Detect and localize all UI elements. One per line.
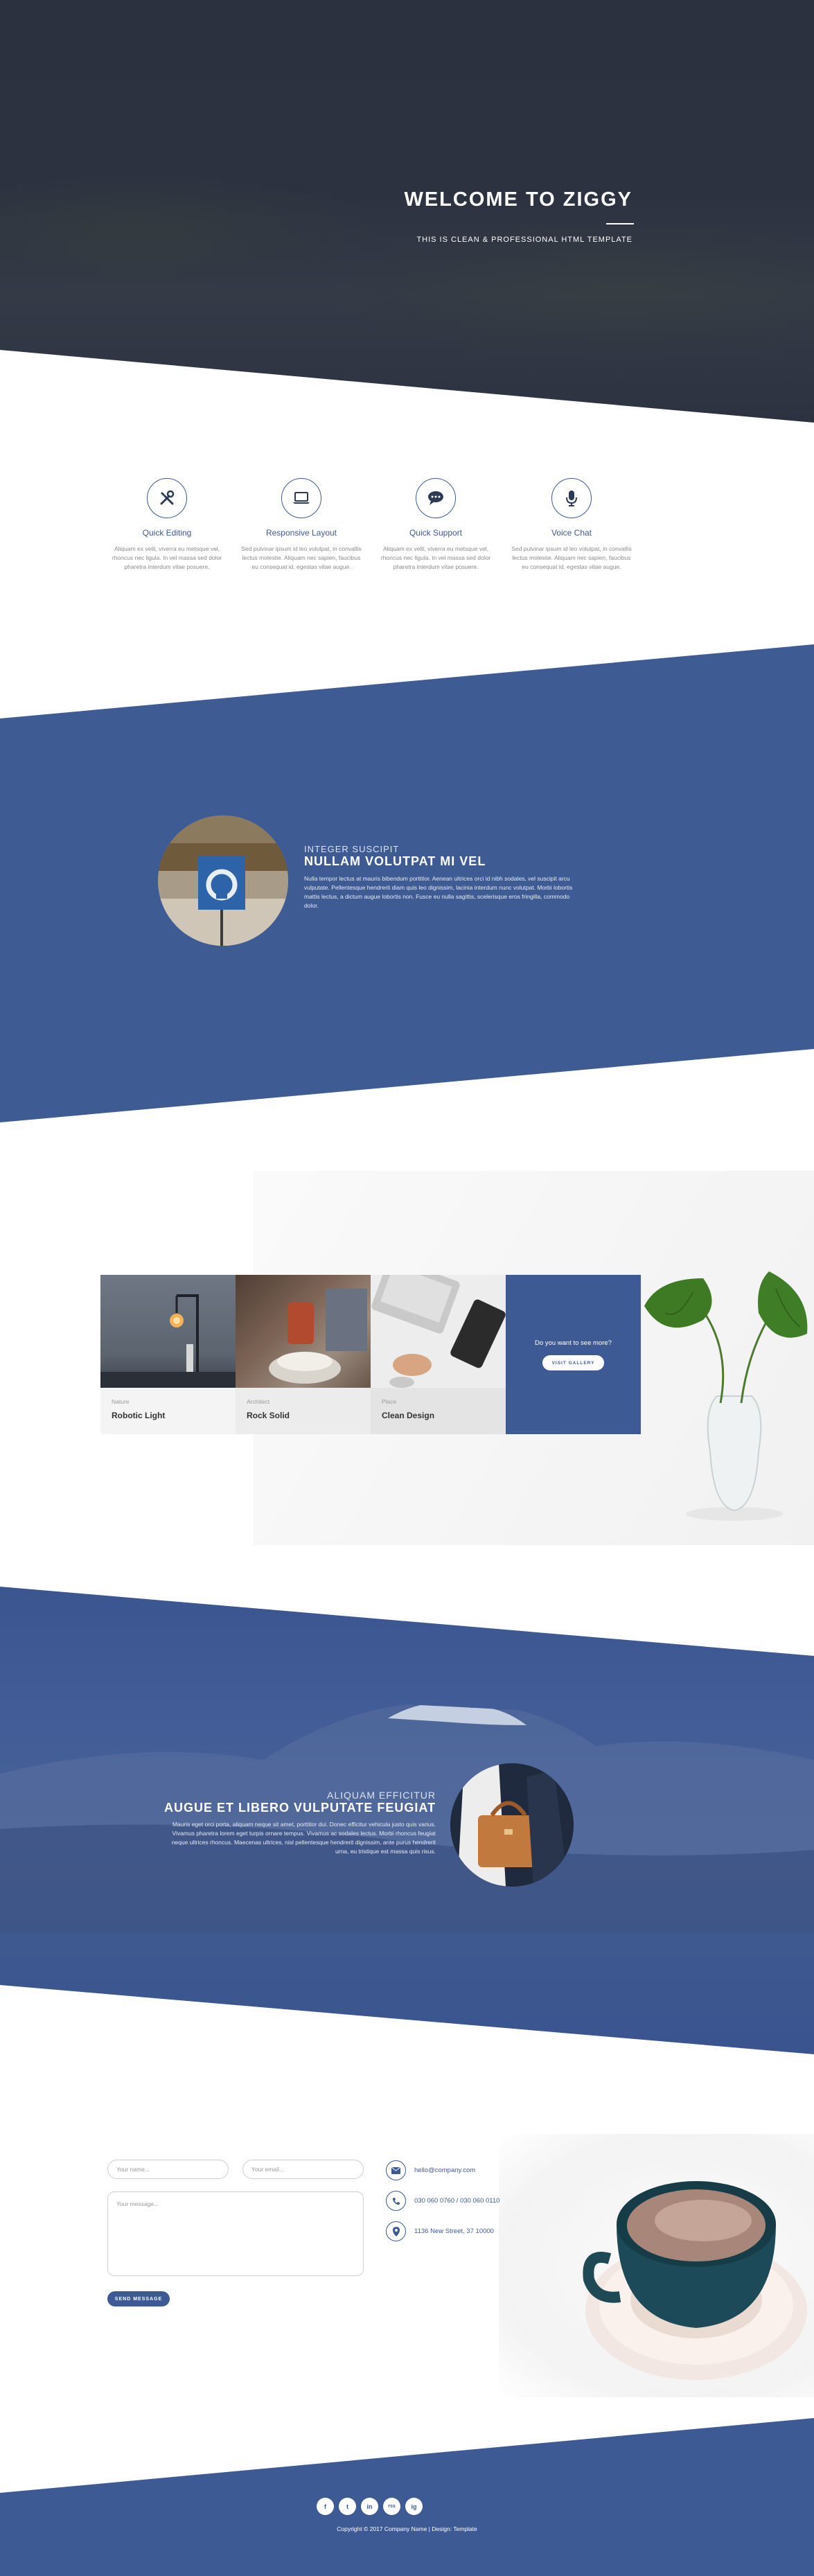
message-textarea[interactable]: Your message... <box>107 2191 364 2276</box>
gallery-cta: Do you want to see more? VISIT GALLERY <box>506 1275 641 1434</box>
feature-title: Quick Editing <box>142 528 192 538</box>
feature-title: Quick Support <box>409 528 463 538</box>
about-kicker: INTEGER SUSCIPIT <box>304 844 400 854</box>
tools-icon <box>147 478 187 518</box>
feature-text: Aliquam ex velit, viverra eu metsque vel… <box>380 545 491 570</box>
rss-icon[interactable]: rss <box>383 2498 400 2515</box>
feature-quick-editing: Quick Editing Aliquam ex velit, viverra … <box>105 478 229 572</box>
twitter-icon[interactable]: t <box>339 2498 356 2515</box>
coffee-cup-image <box>575 2162 811 2390</box>
hero-section <box>0 0 814 423</box>
feature-text: Sed pulvinar ipsum id leo volutpat, in c… <box>241 545 362 570</box>
feature-text: Sed pulvinar ipsum id leo volutpat, in c… <box>511 545 632 570</box>
feature-text: Aliquam ex velit, viverra eu metsque vel… <box>112 545 222 570</box>
name-input[interactable]: Your name... <box>107 2160 229 2179</box>
feature-responsive-layout: Responsive Layout Sed pulvinar ipsum id … <box>240 478 363 572</box>
gallery-card-rock-solid[interactable]: Architect Rock Solid <box>236 1275 371 1434</box>
hero-title: WELCOME TO ZIGGY <box>404 188 632 211</box>
gallery-cta-text: Do you want to see more? <box>535 1339 612 1347</box>
location-pin-icon <box>386 2221 406 2241</box>
feature-title: Voice Chat <box>551 528 592 538</box>
contact-email[interactable]: hello@company.com <box>414 2167 475 2174</box>
visit-gallery-button[interactable]: VISIT GALLERY <box>542 1355 604 1370</box>
card-category: Nature <box>112 1398 130 1405</box>
envelope-icon <box>386 2160 406 2180</box>
about-title: NULLAM VOLUTPAT MI VEL <box>304 854 486 868</box>
about-image <box>158 815 288 946</box>
facebook-icon[interactable]: f <box>317 2498 334 2515</box>
card-image <box>236 1275 371 1388</box>
plant-image <box>637 1264 814 1528</box>
gallery-card-robotic-light[interactable]: Nature Robotic Light <box>100 1275 236 1434</box>
card-image <box>100 1275 236 1388</box>
feature2-kicker: ALIQUAM EFFICITUR <box>326 1790 436 1801</box>
microphone-icon <box>551 478 592 518</box>
card-category: Place <box>382 1398 397 1405</box>
contact-phone: 030 060 0760 / 030 060 0110 <box>414 2197 500 2205</box>
chat-icon <box>416 478 456 518</box>
linkedin-icon[interactable]: in <box>361 2498 378 2515</box>
feature2-text: Mauris eget orci porta, aliquam neque si… <box>171 1821 436 1855</box>
card-title: Clean Design <box>382 1411 435 1420</box>
card-title: Robotic Light <box>112 1411 166 1420</box>
feature-quick-support: Quick Support Aliquam ex velit, viverra … <box>374 478 497 572</box>
feature-voice-chat: Voice Chat Sed pulvinar ipsum id leo vol… <box>510 478 633 572</box>
footer <box>0 2418 814 2576</box>
hero-subtitle: THIS IS CLEAN & PROFESSIONAL HTML TEMPLA… <box>416 236 632 244</box>
copyright: Copyright © 2017 Company Name | Design: … <box>337 2525 477 2532</box>
instagram-icon[interactable]: ig <box>405 2498 423 2515</box>
card-category: Architect <box>247 1398 270 1405</box>
card-title: Rock Solid <box>247 1411 290 1420</box>
phone-icon <box>386 2191 406 2211</box>
send-message-button[interactable]: SEND MESSAGE <box>107 2291 170 2306</box>
feature-title: Responsive Layout <box>265 528 337 538</box>
feature2-title: AUGUE ET LIBERO VULPUTATE FEUGIAT <box>164 1801 436 1815</box>
hero-divider <box>606 223 634 224</box>
gallery-card-clean-design[interactable]: Place Clean Design <box>371 1275 506 1434</box>
email-input[interactable]: Your email... <box>242 2160 364 2179</box>
about-text: Nulla tempor lectus at mauris bibendum p… <box>304 875 573 909</box>
laptop-icon <box>281 478 321 518</box>
card-image <box>371 1275 506 1388</box>
contact-address: 1136 New Street, 37 10000 <box>414 2227 494 2235</box>
feature2-image <box>450 1763 574 1887</box>
page: WELCOME TO ZIGGY THIS IS CLEAN & PROFESS… <box>0 0 814 2576</box>
